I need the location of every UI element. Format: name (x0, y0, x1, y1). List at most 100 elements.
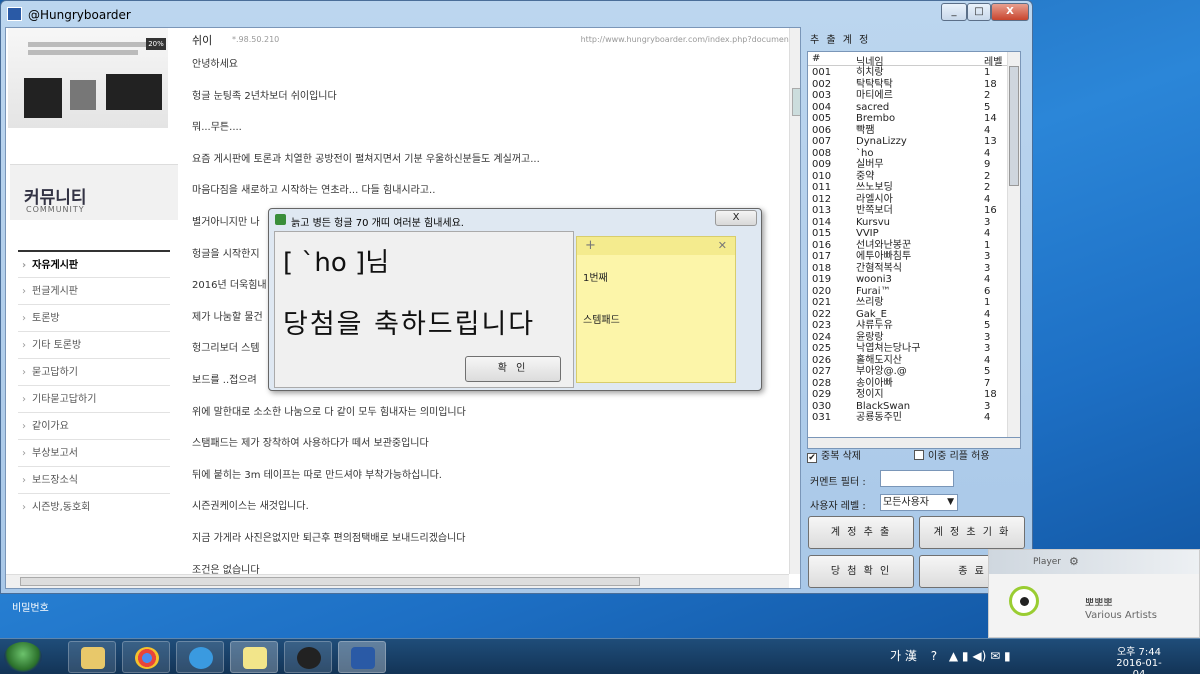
row-level: 4 (984, 228, 991, 239)
taskbar-hungryboarder[interactable] (338, 641, 386, 673)
nav-item-other-qna[interactable]: › 기타묻고답하기 (18, 385, 170, 412)
row-nickname: 샤류두유 (856, 320, 893, 331)
list-item[interactable]: 001 히치랑 1 (808, 67, 1008, 79)
list-item[interactable]: 015 VVIP 4 (808, 228, 1008, 240)
list-item[interactable]: 031 공룡동주민 4 (808, 412, 1008, 424)
nav-item-fun-board[interactable]: › 펀글게시판 (18, 277, 170, 304)
row-level: 16 (984, 205, 997, 216)
nav-item-qna[interactable]: › 묻고답하기 (18, 358, 170, 385)
list-item[interactable]: 024 윤랑랑 3 (808, 332, 1008, 344)
nav-item-debate[interactable]: › 토론방 (18, 304, 170, 331)
nav-item-resort-news[interactable]: › 보드장소식 (18, 466, 170, 493)
taskbar: 가 漢 ? ▲ ▮ ◀) ✉ ▮ 오후 7:44 2016-01-04 (0, 638, 1200, 674)
post-author[interactable]: 쉬이 (192, 32, 212, 48)
row-number: 026 (812, 354, 832, 366)
list-item[interactable]: 027 부아앙@.@ 5 (808, 366, 1008, 378)
double-reply-checkbox[interactable]: 이중 리플 허용 (914, 447, 990, 462)
dedupe-checkbox[interactable]: ✔ 중복 삭제 (807, 447, 861, 463)
row-number: 008 (812, 147, 832, 159)
list-item[interactable]: 020 Furai™ 6 (808, 286, 1008, 298)
list-item[interactable]: 010 중약 2 (808, 171, 1008, 183)
col-number[interactable]: # (812, 53, 820, 64)
reset-accounts-button[interactable]: 계 정 초 기 화 (919, 516, 1025, 549)
plus-icon[interactable]: + (585, 238, 596, 253)
page-vertical-scrollbar[interactable] (789, 28, 800, 574)
page-horizontal-scrollbar[interactable] (6, 574, 789, 588)
minimize-button[interactable]: _ (941, 3, 967, 21)
list-item[interactable]: 011 쓰노보딩 2 (808, 182, 1008, 194)
taskbar-chrome[interactable] (122, 641, 170, 673)
help-icon[interactable]: ? (931, 649, 937, 663)
list-scrollbar[interactable] (1007, 52, 1020, 446)
list-item[interactable]: 012 라엘시아 4 (808, 194, 1008, 206)
list-item[interactable]: 013 반쪽보더 16 (808, 205, 1008, 217)
advertisement-banner[interactable]: 20% (8, 28, 168, 128)
nav-item-season-club[interactable]: › 시즌방,동호회 (18, 493, 170, 520)
list-item[interactable]: 009 실버무 9 (808, 159, 1008, 171)
taskbar-player[interactable] (284, 641, 332, 673)
post-line: 요즘 게시판에 토론과 치열한 공방전이 펼쳐지면서 기분 우울하신분들도 계실… (192, 153, 540, 165)
check-winner-button[interactable]: 당 첨 확 인 (808, 555, 914, 588)
clock[interactable]: 오후 7:44 2016-01-04 (1114, 643, 1164, 674)
checkbox-box[interactable]: ✔ (807, 453, 817, 463)
close-icon[interactable]: ✕ (718, 239, 727, 252)
congrats-message: 당첨을 축하드립니다 (283, 309, 536, 340)
taskbar-ie[interactable] (176, 641, 224, 673)
nav-item-free-board[interactable]: › 자유게시판 (18, 250, 170, 277)
ok-button[interactable]: 확 인 (465, 356, 561, 382)
maximize-button[interactable]: □ (967, 3, 991, 21)
dialog-close-button[interactable]: X (715, 210, 757, 226)
ad-product-image (106, 74, 162, 110)
list-item[interactable]: 003 마티에르 2 (808, 90, 1008, 102)
ie-icon (189, 647, 213, 669)
list-item[interactable]: 025 낙엽쳐는당나구 3 (808, 343, 1008, 355)
sticky-note[interactable]: + ✕ 1번째 스템패드 (576, 236, 736, 383)
checkbox-box[interactable] (914, 450, 924, 460)
list-item[interactable]: 028 송이아빠 7 (808, 378, 1008, 390)
user-level-select[interactable]: 모든사용자 ▼ (880, 494, 958, 511)
nav-item-other-debate[interactable]: › 기타 토론방 (18, 331, 170, 358)
list-item[interactable]: 006 빡쨈 4 (808, 125, 1008, 137)
scroll-thumb[interactable] (1009, 66, 1019, 186)
list-item[interactable]: 021 쓰리랑 1 (808, 297, 1008, 309)
start-button[interactable] (4, 642, 42, 672)
list-item[interactable]: 019 wooni3 4 (808, 274, 1008, 286)
winner-name: [ `ho ]님 (283, 248, 390, 278)
list-item[interactable]: 022 Gak_E 4 (808, 309, 1008, 321)
col-nickname[interactable]: 닉네임 (856, 53, 884, 68)
nav-item-injury-report[interactable]: › 부상보고서 (18, 439, 170, 466)
row-nickname: Gak_E (856, 308, 887, 320)
scroll-thumb[interactable] (792, 88, 800, 116)
desktop-icon-label[interactable]: 비밀번호 (12, 599, 49, 614)
taskbar-explorer[interactable] (68, 641, 116, 673)
list-item[interactable]: 004 sacred 5 (808, 102, 1008, 114)
media-player-widget[interactable]: Player ⚙ 뽀뽀뽀 Various Artists (988, 549, 1200, 638)
col-level[interactable]: 레벨 (984, 53, 1002, 68)
list-item[interactable]: 030 BlackSwan 3 (808, 401, 1008, 413)
list-item[interactable]: 018 간혐적복식 3 (808, 263, 1008, 275)
list-item[interactable]: 008 `ho 4 (808, 148, 1008, 160)
comment-filter-input[interactable] (880, 470, 954, 487)
account-list[interactable]: # 닉네임 레벨 001 히치랑 1 002 탁탁탁탁 18 003 마티에르 2 004 sacr… (807, 51, 1021, 447)
close-button[interactable]: X (991, 3, 1029, 21)
taskbar-sticky[interactable] (230, 641, 278, 673)
scroll-thumb[interactable] (20, 577, 640, 586)
list-item[interactable]: 029 정이지 18 (808, 389, 1008, 401)
list-item[interactable]: 023 샤류두유 5 (808, 320, 1008, 332)
nav-item-lets-go[interactable]: › 같이가요 (18, 412, 170, 439)
row-nickname: 쓰리랑 (856, 297, 884, 308)
post-url[interactable]: http://www.hungryboarder.com/index.php?d… (581, 35, 792, 44)
list-item[interactable]: 005 Brembo 14 (808, 113, 1008, 125)
list-item[interactable]: 026 홀해도지산 4 (808, 355, 1008, 367)
tray-icons[interactable]: ▲ ▮ ◀) ✉ ▮ (949, 649, 1011, 663)
list-item[interactable]: 002 탁탁탁탁 18 (808, 79, 1008, 91)
gear-icon[interactable]: ⚙ (1069, 555, 1079, 568)
list-item[interactable]: 016 선녀와난봉꾼 1 (808, 240, 1008, 252)
extract-accounts-button[interactable]: 계 정 추 출 (808, 516, 914, 549)
list-item[interactable]: 007 DynaLizzy 13 (808, 136, 1008, 148)
ime-indicator[interactable]: 가 漢 (890, 649, 917, 663)
row-number: 021 (812, 297, 832, 308)
list-item[interactable]: 014 Kursvu 3 (808, 217, 1008, 229)
list-item[interactable]: 017 에투아빠침투 3 (808, 251, 1008, 263)
title-bar[interactable]: @Hungryboarder _ □ X (1, 1, 1032, 27)
